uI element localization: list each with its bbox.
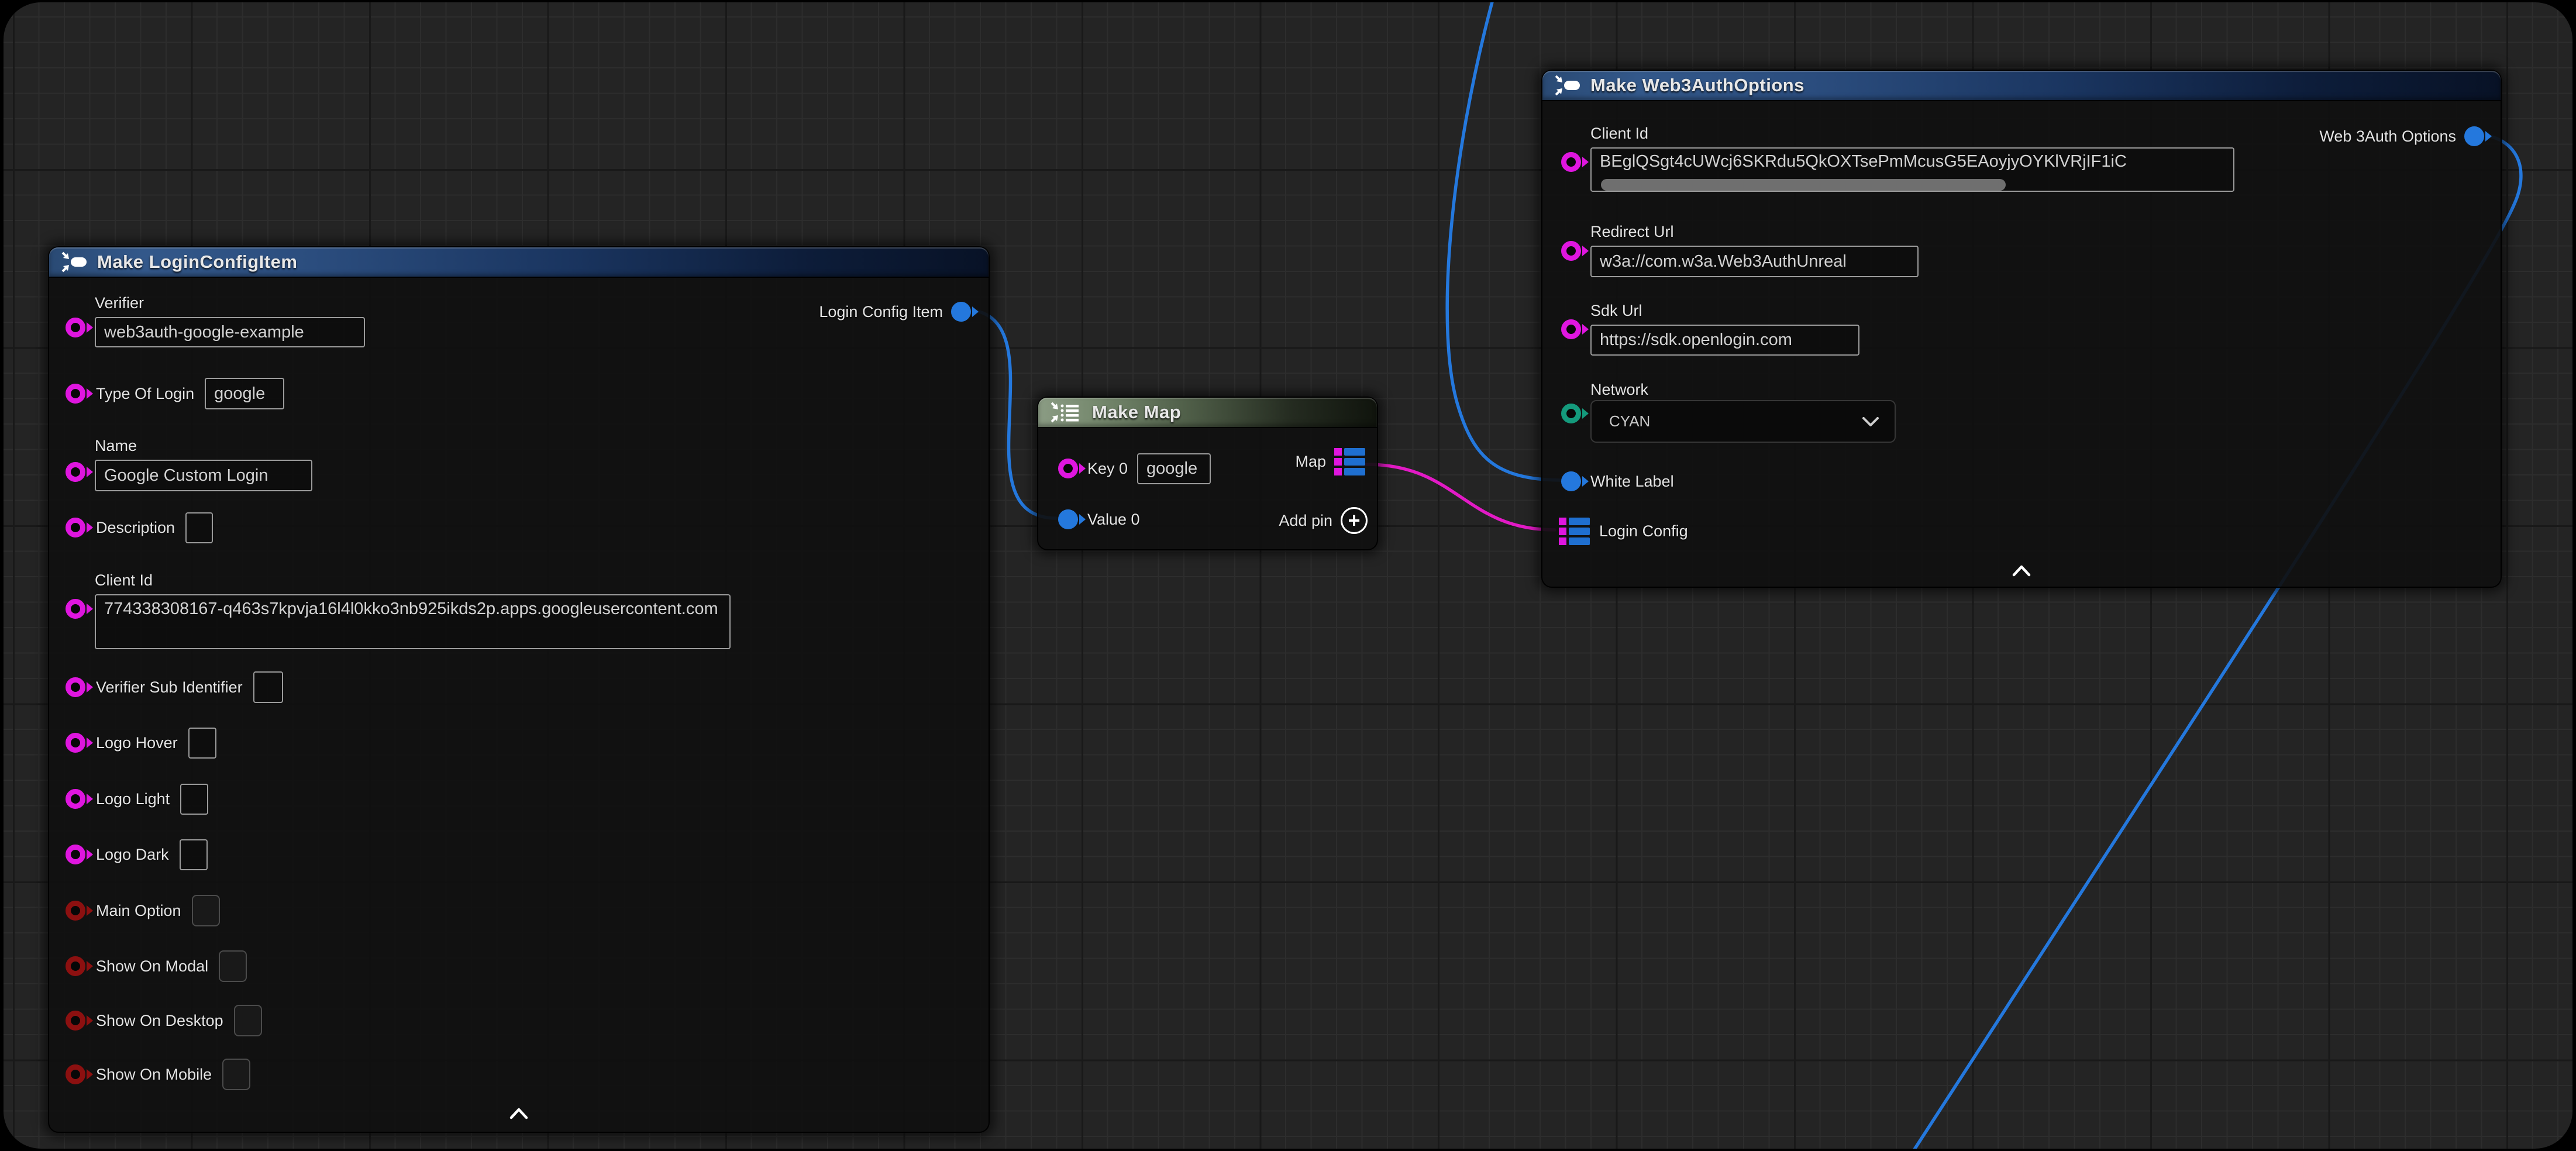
pin-label-main-option: Main Option xyxy=(96,900,181,921)
collapse-node-button[interactable] xyxy=(509,1108,529,1122)
pin-label-type-of-login: Type Of Login xyxy=(96,383,194,404)
make-struct-icon xyxy=(61,251,88,273)
pin-label-map-output: Map xyxy=(1295,451,1326,472)
type-of-login-input[interactable]: google xyxy=(205,378,284,409)
pin-label-white-label: White Label xyxy=(1590,471,1674,492)
make-map-icon xyxy=(1050,401,1083,423)
pin-label-redirect-url: Redirect Url xyxy=(1590,221,1919,242)
input-pin-show-on-modal[interactable] xyxy=(66,956,85,976)
input-pin-description[interactable] xyxy=(66,518,85,537)
name-input[interactable]: Google Custom Login xyxy=(95,460,312,491)
chevron-down-icon xyxy=(1862,416,1879,427)
sdk-url-input[interactable]: https://sdk.openlogin.com xyxy=(1590,325,1859,356)
pin-label-client-id: Client Id xyxy=(1590,123,2234,144)
input-pin-client-id[interactable] xyxy=(66,599,85,619)
input-pin-logo-dark[interactable] xyxy=(66,845,85,864)
network-dropdown[interactable]: CYAN xyxy=(1590,400,1896,443)
node-title: Make Map xyxy=(1092,402,1181,423)
pin-label-logo-light: Logo Light xyxy=(96,788,170,809)
node-title: Make Web3AuthOptions xyxy=(1590,75,1804,96)
client-id-input[interactable]: 774338308167-q463s7kpvja16l4l0kko3nb925i… xyxy=(95,594,731,649)
input-pin-verifier[interactable] xyxy=(66,318,85,337)
add-pin-button[interactable]: Add pin + xyxy=(1279,509,1368,532)
node-header[interactable]: Make Web3AuthOptions xyxy=(1542,71,2501,101)
input-pin-type-of-login[interactable] xyxy=(66,384,85,404)
pin-label-show-on-desktop: Show On Desktop xyxy=(96,1010,223,1031)
input-pin-logo-hover[interactable] xyxy=(66,733,85,753)
input-pin-logo-light[interactable] xyxy=(66,789,85,809)
pin-label-client-id: Client Id xyxy=(95,570,731,591)
node-make-web3authoptions[interactable]: Make Web3AuthOptions Web 3Auth Options C… xyxy=(1541,70,2502,588)
input-pin-show-on-mobile[interactable] xyxy=(66,1064,85,1084)
show-on-mobile-checkbox[interactable] xyxy=(222,1059,250,1090)
horizontal-scrollbar[interactable] xyxy=(1601,179,2006,191)
pin-label-verifier-sub-identifier: Verifier Sub Identifier xyxy=(96,677,243,698)
pin-label-show-on-modal: Show On Modal xyxy=(96,956,208,977)
logo-light-input[interactable] xyxy=(180,784,208,815)
input-pin-main-option[interactable] xyxy=(66,901,85,921)
verifier-sub-identifier-input[interactable] xyxy=(253,671,283,703)
client-id-input[interactable]: BEglQSgt4cUWcj6SKRdu5QkOXTsePmMcusG5EAoy… xyxy=(1590,147,2234,192)
input-pin-client-id[interactable] xyxy=(1561,152,1581,172)
node-make-loginconfigitem[interactable]: Make LoginConfigItem Login Config Item V… xyxy=(48,246,990,1133)
pin-label-show-on-mobile: Show On Mobile xyxy=(96,1064,212,1085)
collapse-node-button[interactable] xyxy=(2012,565,2031,580)
logo-hover-input[interactable] xyxy=(188,728,216,759)
input-pin-value0[interactable] xyxy=(1058,509,1078,529)
input-pin-show-on-desktop[interactable] xyxy=(66,1011,85,1031)
input-pin-sdk-url[interactable] xyxy=(1561,319,1581,339)
input-pin-verifier-sub-identifier[interactable] xyxy=(66,677,85,697)
pin-label-name: Name xyxy=(95,435,312,456)
pin-label-logo-dark: Logo Dark xyxy=(96,844,169,865)
description-input[interactable] xyxy=(185,512,213,543)
input-pin-redirect-url[interactable] xyxy=(1561,241,1581,261)
pin-label-login-config: Login Config xyxy=(1599,521,1688,542)
input-pin-login-config[interactable] xyxy=(1559,518,1590,545)
chevron-up-icon xyxy=(509,1108,529,1119)
pin-label-description: Description xyxy=(96,517,175,538)
pin-label-verifier: Verifier xyxy=(95,292,365,313)
verifier-input[interactable]: web3auth-google-example xyxy=(95,317,365,347)
input-pin-key0[interactable] xyxy=(1058,459,1078,478)
wire-map-to-loginconfig[interactable] xyxy=(1366,464,1555,530)
plus-circle-icon: + xyxy=(1341,507,1368,534)
node-title: Make LoginConfigItem xyxy=(97,251,297,273)
pin-label-logo-hover: Logo Hover xyxy=(96,732,178,753)
make-struct-icon xyxy=(1554,74,1581,97)
pin-label-value0: Value 0 xyxy=(1087,509,1140,530)
graph-canvas[interactable]: Make LoginConfigItem Login Config Item V… xyxy=(4,2,2572,1149)
add-pin-label: Add pin xyxy=(1279,510,1332,531)
input-pin-network[interactable] xyxy=(1561,404,1581,423)
input-pin-white-label[interactable] xyxy=(1561,471,1581,491)
pin-label-key0: Key 0 xyxy=(1087,458,1128,479)
show-on-modal-checkbox[interactable] xyxy=(219,950,247,982)
network-selected-value: CYAN xyxy=(1609,412,1650,430)
redirect-url-input[interactable]: w3a://com.w3a.Web3AuthUnreal xyxy=(1590,246,1919,277)
input-pin-name[interactable] xyxy=(66,462,85,482)
output-pin-map[interactable] xyxy=(1334,448,1365,475)
node-header[interactable]: Make LoginConfigItem xyxy=(49,247,989,278)
pin-label-network: Network xyxy=(1590,379,1896,400)
main-option-checkbox[interactable] xyxy=(192,895,220,926)
output-pin-web3auth-options[interactable] xyxy=(2464,126,2484,146)
show-on-desktop-checkbox[interactable] xyxy=(234,1005,262,1036)
pin-label-web3auth-options: Web 3Auth Options xyxy=(2319,126,2456,147)
key0-input[interactable]: google xyxy=(1137,453,1211,484)
chevron-up-icon xyxy=(2012,565,2031,577)
output-pin-login-config-item[interactable] xyxy=(951,302,971,322)
client-id-text: BEglQSgt4cUWcj6SKRdu5QkOXTsePmMcusG5EAoy… xyxy=(1600,149,2225,174)
node-make-map[interactable]: Make Map Key 0 google Map Value 0 xyxy=(1037,397,1378,550)
pin-label-sdk-url: Sdk Url xyxy=(1590,300,1859,321)
logo-dark-input[interactable] xyxy=(180,839,208,870)
pin-label-login-config-item: Login Config Item xyxy=(819,301,943,322)
node-header[interactable]: Make Map xyxy=(1038,398,1377,428)
blueprint-editor: Make LoginConfigItem Login Config Item V… xyxy=(0,0,2576,1151)
